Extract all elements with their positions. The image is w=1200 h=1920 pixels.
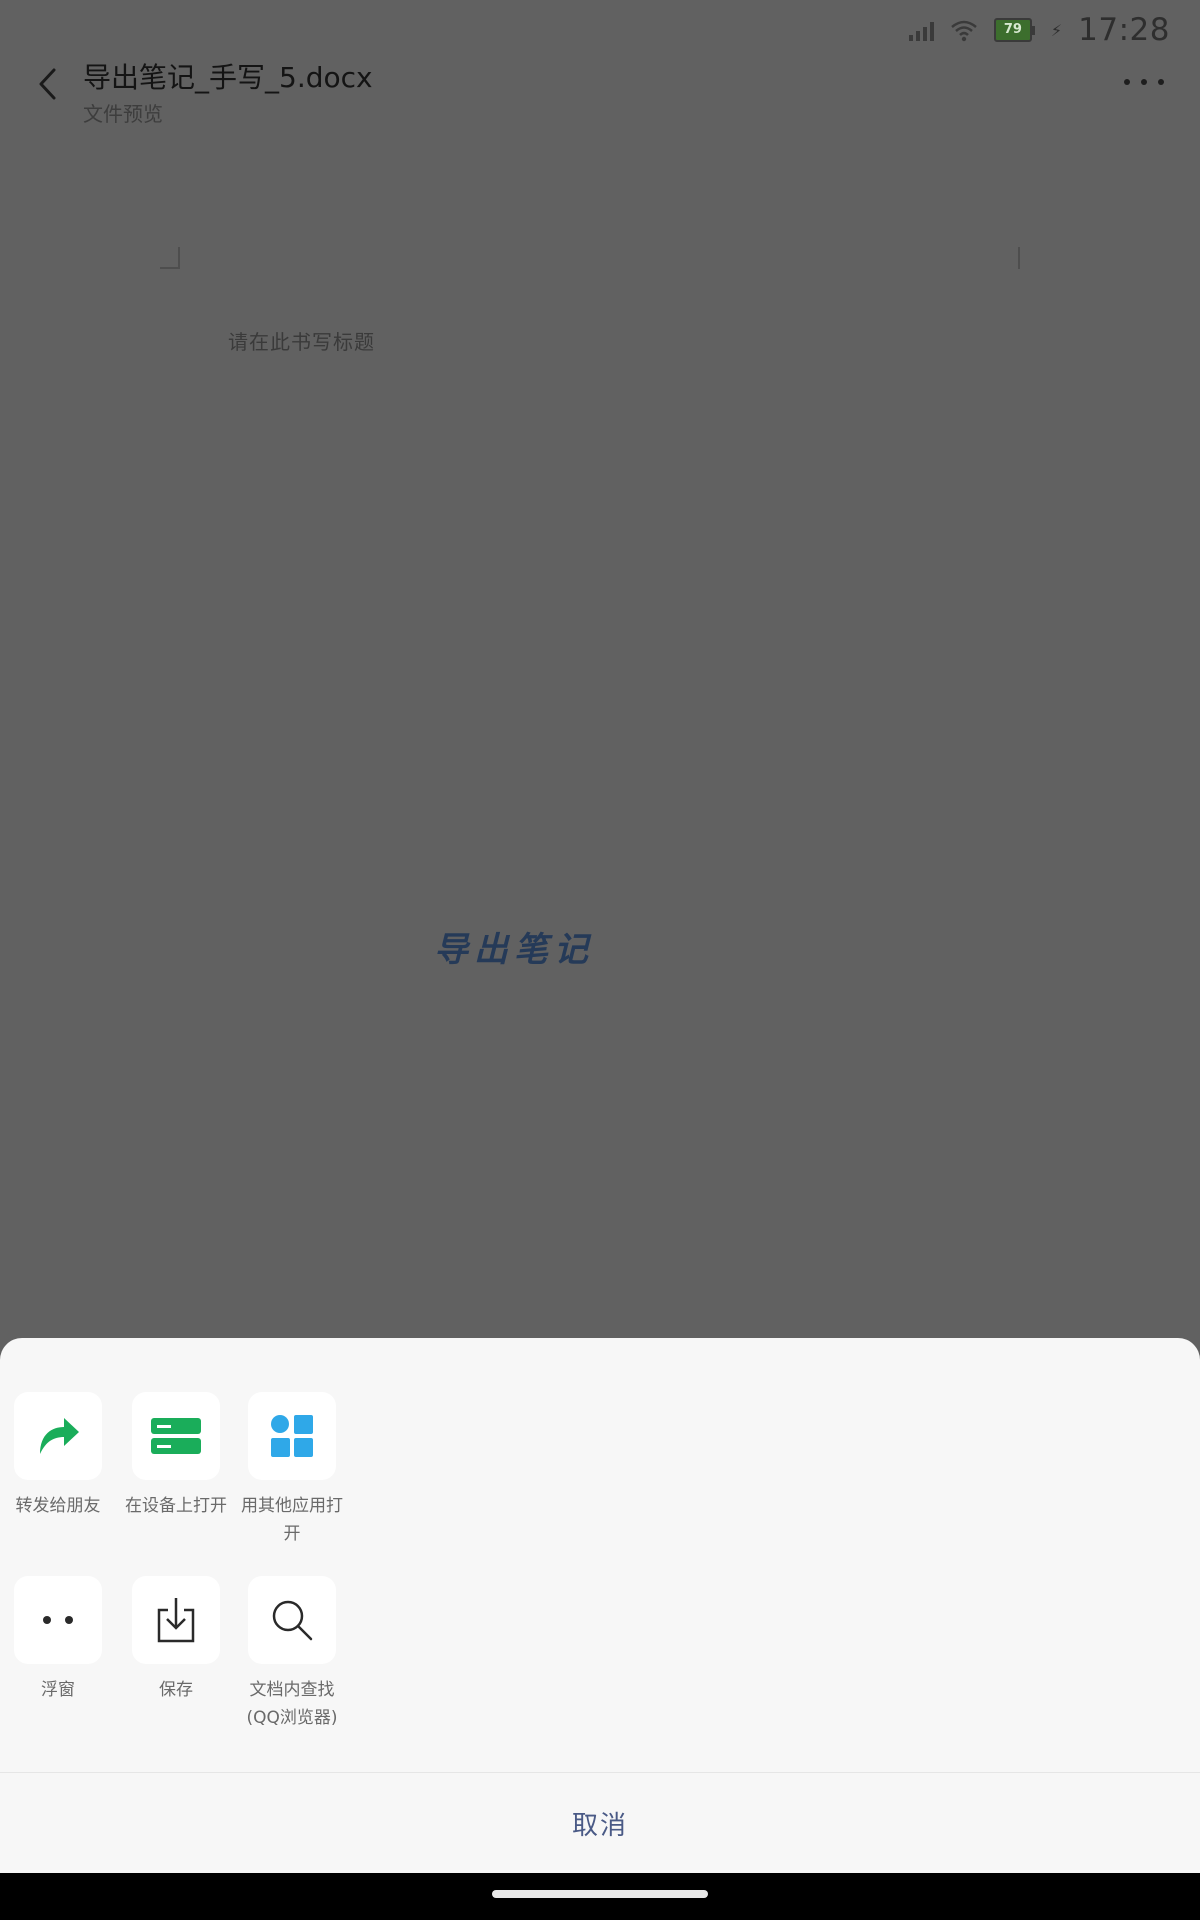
action-label: 浮窗 <box>41 1680 75 1700</box>
back-button[interactable] <box>28 64 68 104</box>
cancel-button[interactable]: 取消 <box>0 1773 1200 1873</box>
action-sheet: 转发给朋友 在设备上打开 用其他应用打开 浮窗 保存 文档内查找(QQ浏览器) … <box>0 1338 1200 1873</box>
chevron-left-icon <box>39 68 56 100</box>
page-margin-mark-left <box>160 247 180 269</box>
action-tile <box>14 1576 102 1664</box>
status-bar: 79 ⚡ 17:28 <box>0 0 1200 58</box>
document-preview: 请在此书写标题 导出笔记 <box>0 130 1200 1340</box>
file-subtitle: 文件预览 <box>83 102 163 126</box>
more-dot-icon <box>1141 79 1147 85</box>
document-title-hint: 请在此书写标题 <box>228 330 375 354</box>
open-on-device-button[interactable]: 在设备上打开 <box>118 1392 234 1520</box>
action-label: 文档内查找(QQ浏览器) <box>246 1680 338 1728</box>
share-to-friend-button[interactable]: 转发给朋友 <box>0 1392 116 1520</box>
charging-icon: ⚡ <box>1050 20 1063 40</box>
action-tile <box>14 1392 102 1480</box>
action-tile <box>132 1392 220 1480</box>
action-label: 保存 <box>159 1680 193 1700</box>
battery-icon: 79 <box>993 18 1035 42</box>
apps-grid-icon <box>271 1415 313 1457</box>
action-label: 转发给朋友 <box>15 1496 101 1516</box>
file-title: 导出笔记_手写_5.docx <box>83 61 373 94</box>
action-tile <box>132 1576 220 1664</box>
action-label: 用其他应用打开 <box>241 1496 343 1544</box>
more-dot-icon <box>1158 79 1164 85</box>
more-dot-icon <box>1124 79 1130 85</box>
action-tile <box>248 1392 336 1480</box>
device-icon <box>151 1418 201 1454</box>
save-download-icon <box>157 1598 195 1643</box>
more-options-button[interactable] <box>1124 70 1164 94</box>
navigation-bar <box>0 1873 1200 1920</box>
find-in-document-button[interactable]: 文档内查找(QQ浏览器) <box>234 1576 350 1732</box>
search-icon <box>272 1600 313 1641</box>
handwritten-text: 导出笔记 <box>434 930 594 970</box>
action-tile <box>248 1576 336 1664</box>
page-margin-mark-right <box>1018 247 1020 269</box>
share-arrow-icon <box>40 1418 79 1454</box>
home-indicator[interactable] <box>492 1890 708 1898</box>
wifi-icon <box>951 20 977 42</box>
top-bar: 导出笔记_手写_5.docx 文件预览 <box>0 52 1200 126</box>
action-label: 在设备上打开 <box>125 1496 227 1516</box>
open-with-other-app-button[interactable]: 用其他应用打开 <box>234 1392 350 1548</box>
float-window-icon <box>43 1616 73 1624</box>
signal-icon <box>908 19 934 41</box>
battery-level: 79 <box>993 18 1032 42</box>
save-button[interactable]: 保存 <box>118 1576 234 1704</box>
float-window-button[interactable]: 浮窗 <box>0 1576 116 1704</box>
status-time: 17:28 <box>1078 12 1170 48</box>
